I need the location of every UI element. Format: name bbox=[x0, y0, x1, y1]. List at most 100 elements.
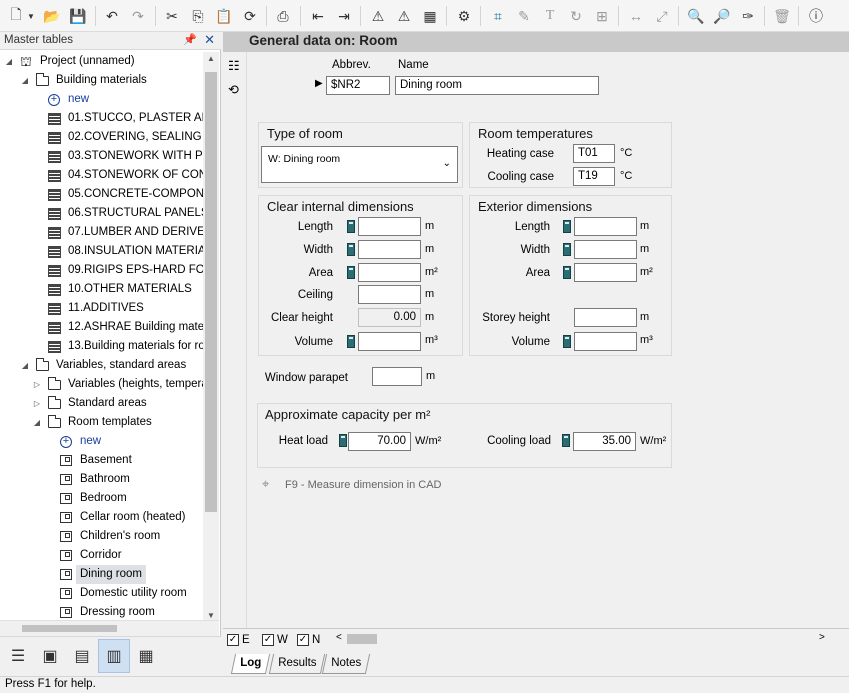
copy-icon[interactable]: ⎘ bbox=[188, 6, 208, 26]
collapse-icon[interactable]: ◢ bbox=[4, 52, 14, 71]
new-file-icon[interactable]: 🗋 bbox=[6, 6, 26, 26]
tree-item[interactable]: Bathroom bbox=[0, 470, 203, 489]
scrollbar-thumb[interactable] bbox=[22, 625, 117, 632]
refresh-icon[interactable]: ⟳ bbox=[240, 6, 260, 26]
heat-load-field[interactable]: 70.00 bbox=[348, 432, 411, 451]
window-parapet-field[interactable] bbox=[372, 367, 422, 386]
calculator-icon[interactable] bbox=[563, 220, 571, 233]
export-icon[interactable]: ⇥ bbox=[334, 6, 354, 26]
tree-item[interactable]: 13.Building materials for ro bbox=[0, 337, 203, 356]
rotate-icon[interactable]: ↻ bbox=[566, 6, 586, 26]
tree-item[interactable]: 08.INSULATION MATERIAL bbox=[0, 242, 203, 261]
tree-item[interactable]: + new bbox=[0, 90, 203, 109]
storey-height-field[interactable] bbox=[574, 308, 637, 327]
tables-icon[interactable]: ▥ bbox=[98, 639, 130, 673]
tree-item[interactable]: ◢ Room templates bbox=[0, 413, 203, 432]
undo-icon[interactable]: ↶ bbox=[102, 6, 122, 26]
tree-item[interactable]: 03.STONEWORK WITH PLAS bbox=[0, 147, 203, 166]
tree-item[interactable]: ▷ Standard areas bbox=[0, 394, 203, 413]
cycle-icon[interactable]: ⟲ bbox=[228, 82, 239, 98]
tree-item[interactable]: 10.OTHER MATERIALS bbox=[0, 280, 203, 299]
tree-item[interactable]: 04.STONEWORK OF CONCR bbox=[0, 166, 203, 185]
tree-item[interactable]: 06.STRUCTURAL PANELS bbox=[0, 204, 203, 223]
tree-item[interactable]: 02.COVERING, SEALING MA bbox=[0, 128, 203, 147]
measure-icon[interactable]: ⌖ bbox=[262, 476, 269, 492]
cooling-case-field[interactable]: T19 bbox=[573, 167, 615, 186]
layout-icon[interactable]: ▣ bbox=[34, 639, 66, 673]
calculator-icon[interactable] bbox=[563, 335, 571, 348]
type-of-room-select[interactable]: W: Dining room ⌄ bbox=[261, 146, 458, 183]
abbrev-field[interactable]: $NR2 bbox=[326, 76, 390, 95]
tree-item[interactable]: ◢ Variables, standard areas bbox=[0, 356, 203, 375]
scrollbar-thumb[interactable] bbox=[205, 72, 217, 512]
chevron-down-icon[interactable]: ▼ bbox=[26, 6, 36, 26]
warning-icon[interactable]: ⚠ bbox=[368, 6, 388, 26]
calculator-icon[interactable] bbox=[562, 434, 570, 447]
pin-icon[interactable]: 📌 bbox=[183, 33, 197, 46]
heating-case-field[interactable]: T01 bbox=[573, 144, 615, 163]
tree-item[interactable]: 11.ADDITIVES bbox=[0, 299, 203, 318]
scrollbar-thumb[interactable] bbox=[347, 634, 377, 644]
tree-item[interactable]: 05.CONCRETE-COMPONEN bbox=[0, 185, 203, 204]
tree-item[interactable]: 12.ASHRAE Building materi bbox=[0, 318, 203, 337]
tree-item[interactable]: Dining room bbox=[0, 565, 203, 584]
ext-length-field[interactable] bbox=[574, 217, 637, 236]
width-icon[interactable]: ↔ bbox=[626, 6, 646, 26]
redo-icon[interactable]: ↷ bbox=[128, 6, 148, 26]
scroll-up-icon[interactable]: ▲ bbox=[207, 54, 215, 63]
calculator-icon[interactable] bbox=[563, 243, 571, 256]
cooling-load-field[interactable]: 35.00 bbox=[573, 432, 636, 451]
zoom-out-icon[interactable]: 🔍 bbox=[686, 6, 706, 26]
checkbox-n[interactable]: ✓ bbox=[297, 634, 309, 646]
tree-item[interactable]: Cellar room (heated) bbox=[0, 508, 203, 527]
tree-item[interactable]: 07.LUMBER AND DERIVED I bbox=[0, 223, 203, 242]
ext-area-field[interactable] bbox=[574, 263, 637, 282]
delete-icon[interactable]: 🗑 bbox=[772, 6, 792, 26]
tab-results[interactable]: Results bbox=[268, 654, 326, 674]
tree-item[interactable]: 09.RIGIPS EPS-HARD FOAM bbox=[0, 261, 203, 280]
ceiling-field[interactable] bbox=[358, 285, 421, 304]
info-icon[interactable]: ⓘ bbox=[806, 6, 826, 26]
tab-notes[interactable]: Notes bbox=[321, 654, 371, 674]
tree-item[interactable]: + new bbox=[0, 432, 203, 451]
pick-icon[interactable]: ✑ bbox=[738, 6, 758, 26]
calculator-icon[interactable] bbox=[339, 434, 347, 447]
tab-log[interactable]: Log bbox=[230, 654, 271, 674]
hierarchy-icon[interactable]: ⊞ bbox=[592, 6, 612, 26]
calculator-icon[interactable] bbox=[347, 220, 355, 233]
clear-area-field[interactable] bbox=[358, 263, 421, 282]
checkbox-e[interactable]: ✓ bbox=[227, 634, 239, 646]
tree-item[interactable]: ◢ ⛫ Project (unnamed) bbox=[0, 52, 203, 71]
save-icon[interactable]: 💾 bbox=[68, 6, 88, 26]
tree-item[interactable]: Corridor bbox=[0, 546, 203, 565]
tree-item[interactable]: Children's room bbox=[0, 527, 203, 546]
scroll-down-icon[interactable]: ▼ bbox=[207, 611, 215, 620]
scroll-right-icon[interactable]: > bbox=[819, 632, 825, 643]
resize-icon[interactable]: ⤢ bbox=[652, 6, 672, 26]
document-icon[interactable]: ▤ bbox=[66, 639, 98, 673]
ext-volume-field[interactable] bbox=[574, 332, 637, 351]
list-icon[interactable]: ☷ bbox=[228, 58, 240, 74]
open-folder-icon[interactable]: 📂 bbox=[42, 6, 62, 26]
calculator-icon[interactable] bbox=[347, 335, 355, 348]
scroll-left-icon[interactable]: < bbox=[336, 632, 342, 643]
warning-list-icon[interactable]: ⚠ bbox=[394, 6, 414, 26]
tree-item[interactable]: ▷ Variables (heights, tempera bbox=[0, 375, 203, 394]
calculator-icon[interactable] bbox=[347, 243, 355, 256]
print-icon[interactable]: ⎙ bbox=[273, 6, 293, 26]
tree-item[interactable]: ◢ Building materials bbox=[0, 71, 203, 90]
tree-item[interactable]: 01.STUCCO, PLASTER AND S bbox=[0, 109, 203, 128]
calc-report-icon[interactable]: ▦ bbox=[420, 6, 440, 26]
connect-icon[interactable]: ⌗ bbox=[488, 6, 508, 26]
checkbox-w[interactable]: ✓ bbox=[262, 634, 274, 646]
clear-width-field[interactable] bbox=[358, 240, 421, 259]
gear-icon[interactable]: ⚙ bbox=[454, 6, 474, 26]
form-icon[interactable]: ▦ bbox=[130, 639, 162, 673]
chevron-down-icon[interactable]: ⌄ bbox=[443, 154, 451, 174]
paste-icon[interactable]: 📋 bbox=[214, 6, 234, 26]
clear-length-field[interactable] bbox=[358, 217, 421, 236]
zoom-in-icon[interactable]: 🔎 bbox=[712, 6, 732, 26]
collapse-icon[interactable]: ◢ bbox=[20, 356, 30, 375]
collapse-icon[interactable]: ◢ bbox=[32, 413, 42, 432]
name-field[interactable]: Dining room bbox=[395, 76, 599, 95]
